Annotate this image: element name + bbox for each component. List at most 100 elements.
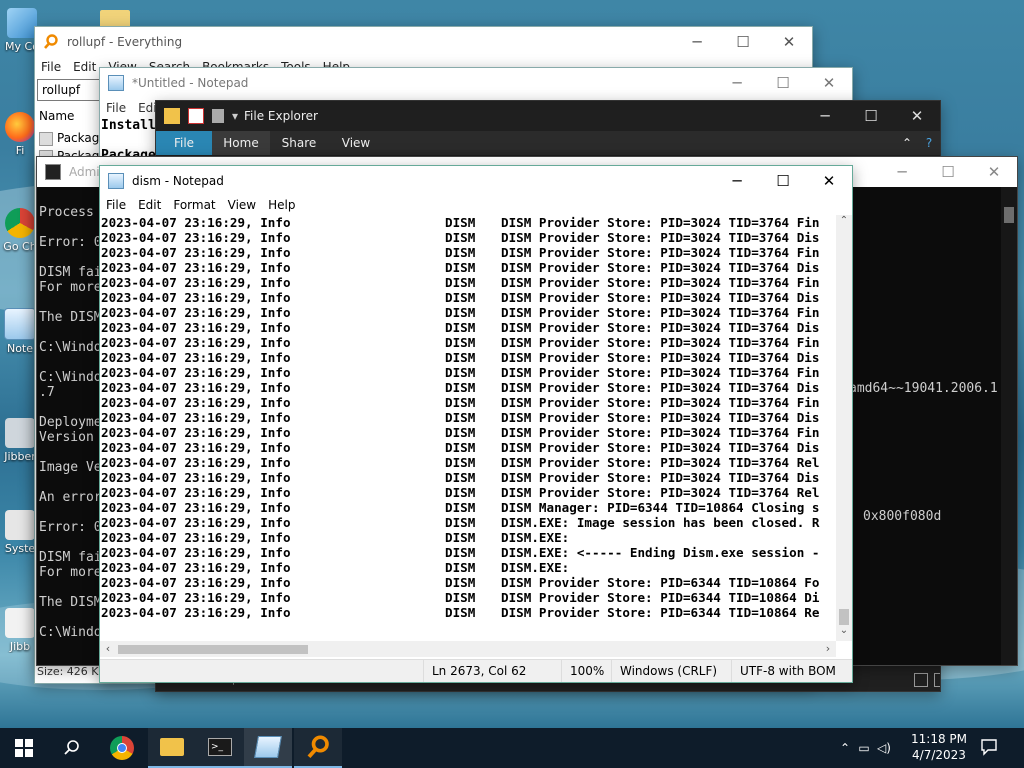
close-button[interactable]: ✕ xyxy=(766,27,812,57)
notepad-icon xyxy=(108,75,124,91)
log-timestamp: 2023-04-07 23:16:29, Info xyxy=(101,320,291,335)
log-line: 2023-04-07 23:16:29, Info DISM DISM Provid… xyxy=(100,410,836,425)
tab-view[interactable]: View xyxy=(328,131,384,155)
log-message: DISM Provider Store: PID=3024 TID=3764 F… xyxy=(501,395,820,410)
taskbar-chrome[interactable] xyxy=(98,728,146,768)
log-timestamp: 2023-04-07 23:16:29, Info xyxy=(101,515,291,530)
maximize-button[interactable]: ☐ xyxy=(720,27,766,57)
menu-format[interactable]: Format xyxy=(167,198,221,212)
menu-file[interactable]: File xyxy=(35,60,67,74)
menu-help[interactable]: Help xyxy=(262,198,301,212)
log-component: DISM xyxy=(445,425,476,440)
horizontal-scrollbar-thumb[interactable] xyxy=(118,645,308,654)
cmd-output-line: Error: 0 xyxy=(39,520,102,535)
new-folder-icon[interactable] xyxy=(212,109,224,123)
log-component: DISM xyxy=(445,215,476,230)
maximize-button[interactable]: ☐ xyxy=(760,166,806,196)
vertical-scrollbar-thumb[interactable] xyxy=(839,609,849,625)
log-message: DISM Provider Store: PID=3024 TID=3764 F… xyxy=(501,215,820,230)
cmd-output-line xyxy=(39,400,102,415)
close-button[interactable]: ✕ xyxy=(971,157,1017,187)
scroll-up-icon[interactable]: ⌃ xyxy=(836,215,852,231)
taskbar-notepad[interactable] xyxy=(244,728,292,768)
close-button[interactable]: ✕ xyxy=(806,68,852,98)
dism-notepad-titlebar[interactable]: dism - Notepad ─ ☐ ✕ xyxy=(100,166,852,196)
taskbar-cmd[interactable]: >_ xyxy=(196,728,244,768)
cmd-scrollbar[interactable] xyxy=(1001,187,1017,665)
vertical-scrollbar[interactable]: ⌃ ⌄ xyxy=(836,215,852,641)
log-timestamp: 2023-04-07 23:16:29, Info xyxy=(101,305,291,320)
log-message: DISM Provider Store: PID=3024 TID=3764 F… xyxy=(501,305,820,320)
notepad-icon xyxy=(108,173,124,189)
maximize-button[interactable]: ☐ xyxy=(848,101,894,131)
notifications-button[interactable] xyxy=(980,738,1000,758)
scroll-down-icon[interactable]: ⌄ xyxy=(836,625,852,641)
help-icon[interactable]: ? xyxy=(918,131,940,155)
cmd-scrollbar-thumb[interactable] xyxy=(1004,207,1014,223)
log-component: DISM xyxy=(445,395,476,410)
start-button[interactable] xyxy=(0,728,48,768)
large-icons-view-icon[interactable] xyxy=(934,673,940,687)
taskbar-everything[interactable] xyxy=(294,728,342,768)
cmd-output-line xyxy=(39,220,102,235)
close-button[interactable]: ✕ xyxy=(806,166,852,196)
minimize-button[interactable]: ─ xyxy=(802,101,848,131)
log-line: 2023-04-07 23:16:29, Info DISM DISM Provid… xyxy=(100,395,836,410)
minimize-button[interactable]: ─ xyxy=(674,27,720,57)
log-component: DISM xyxy=(445,410,476,425)
log-message: DISM Provider Store: PID=3024 TID=3764 D… xyxy=(501,350,820,365)
quick-access-dropdown-icon[interactable]: ▾ xyxy=(232,109,238,123)
menu-edit[interactable]: Edit xyxy=(132,198,167,212)
maximize-button[interactable]: ☐ xyxy=(925,157,971,187)
properties-icon[interactable] xyxy=(188,108,204,124)
scroll-right-icon[interactable]: › xyxy=(820,641,836,657)
cmd-output-line: The DISM xyxy=(39,595,102,610)
column-header-name[interactable]: Name xyxy=(39,109,74,123)
log-timestamp: 2023-04-07 23:16:29, Info xyxy=(101,260,291,275)
cmd-output-line xyxy=(39,325,102,340)
log-line: 2023-04-07 23:16:29, Info DISM DISM.EXE: xyxy=(100,530,836,545)
cmd-output-line xyxy=(39,295,102,310)
details-view-icon[interactable] xyxy=(914,673,928,687)
log-message: DISM Manager: PID=6344 TID=10864 Closing… xyxy=(501,500,820,515)
untitled-notepad-titlebar[interactable]: *Untitled - Notepad ─ ☐ ✕ xyxy=(100,68,852,98)
log-line: 2023-04-07 23:16:29, Info DISM DISM Provid… xyxy=(100,365,836,380)
cmd-output-line: C:\Windo xyxy=(39,340,102,355)
log-message: DISM Provider Store: PID=3024 TID=3764 F… xyxy=(501,245,820,260)
dism-notepad-statusbar: Ln 2673, Col 62 100% Windows (CRLF) UTF-… xyxy=(100,659,852,682)
menu-edit[interactable]: Edit xyxy=(67,60,102,74)
tab-home[interactable]: Home xyxy=(212,131,270,155)
tab-file[interactable]: File xyxy=(156,131,212,155)
scroll-left-icon[interactable]: ‹ xyxy=(100,641,116,657)
minimize-button[interactable]: ─ xyxy=(879,157,925,187)
minimize-button[interactable]: ─ xyxy=(714,166,760,196)
tab-share[interactable]: Share xyxy=(270,131,328,155)
menu-view[interactable]: View xyxy=(222,198,262,212)
search-input[interactable]: rollupf xyxy=(37,79,105,101)
dism-text-area[interactable]: 2023-04-07 23:16:29, Info DISM DISM Provid… xyxy=(100,215,836,641)
show-hidden-icons-icon[interactable]: ⌃ xyxy=(836,741,854,755)
list-item[interactable]: Package xyxy=(39,131,107,146)
log-line: 2023-04-07 23:16:29, Info DISM DISM Provid… xyxy=(100,305,836,320)
file-explorer-title: File Explorer xyxy=(244,109,318,123)
volume-icon[interactable]: ◁) xyxy=(874,741,894,755)
log-component: DISM xyxy=(445,605,476,620)
taskbar-file-explorer[interactable] xyxy=(148,728,196,768)
menu-file[interactable]: File xyxy=(100,101,132,115)
windows-logo-icon xyxy=(15,739,33,757)
clock[interactable]: 11:18 PM 4/7/2023 xyxy=(900,731,978,763)
log-message: DISM.EXE: Image session has been closed.… xyxy=(501,515,820,530)
cmd-output-line: For more xyxy=(39,280,102,295)
dism-notepad-window: dism - Notepad ─ ☐ ✕ File Edit Format Vi… xyxy=(99,165,853,683)
horizontal-scrollbar[interactable]: ‹ › xyxy=(100,641,836,657)
cmd-output-line xyxy=(39,610,102,625)
search-button[interactable] xyxy=(48,728,96,768)
everything-titlebar[interactable]: rollupf - Everything ─ ☐ ✕ xyxy=(35,27,812,57)
file-explorer-titlebar[interactable]: ▾ File Explorer ─ ☐ ✕ xyxy=(156,101,940,131)
network-icon[interactable]: ▭ xyxy=(854,741,874,755)
menu-file[interactable]: File xyxy=(100,198,132,212)
minimize-button[interactable]: ─ xyxy=(714,68,760,98)
maximize-button[interactable]: ☐ xyxy=(760,68,806,98)
collapse-ribbon-icon[interactable]: ⌃ xyxy=(896,131,918,155)
close-button[interactable]: ✕ xyxy=(894,101,940,131)
